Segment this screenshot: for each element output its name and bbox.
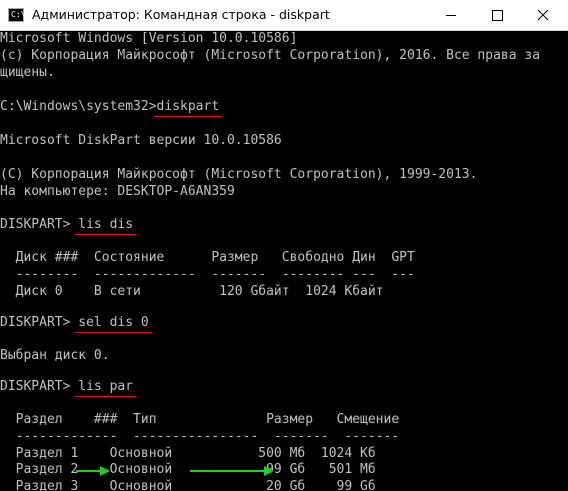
- disk-table-separator: -------- ------------- ------- -------- …: [0, 267, 415, 282]
- command-text: lis par: [75, 379, 137, 397]
- cmd-icon: C:\: [8, 8, 25, 22]
- console-window: C:\ Администратор: Командная строка - di…: [0, 0, 568, 491]
- prompt-text: DISKPART>: [0, 315, 79, 330]
- red-underline: [75, 233, 137, 235]
- console-command-line: DISKPART> lis dis: [0, 217, 137, 235]
- disk-table-header: Диск ### Состояние Размер Свободно Дин G…: [0, 250, 415, 265]
- console-command-line: C:\Windows\system32>diskpart: [0, 99, 223, 117]
- partition-table-separator: ------------- ---------------- ------- -…: [0, 429, 400, 444]
- prompt-text: DISKPART>: [0, 217, 79, 232]
- console-line: На компьютере: DESKTOP-A6AN359: [0, 184, 235, 199]
- console-line: (C) Корпорация Майкрософт (Microsoft Cor…: [0, 167, 478, 182]
- partition-table-row: Раздел 2 Основной 99 Gб 501 Мб: [0, 462, 376, 477]
- close-button[interactable]: [520, 0, 566, 30]
- console-command-line: DISKPART> lis par: [0, 379, 137, 397]
- window-title: Администратор: Командная строка - diskpa…: [32, 7, 330, 22]
- console-command-line: DISKPART> sel dis 0: [0, 315, 152, 333]
- console-line: щищены.: [0, 65, 55, 80]
- console-line: Microsoft Windows [Version 10.0.10586]: [0, 31, 298, 46]
- red-underline: [75, 395, 137, 397]
- red-underline: [75, 331, 152, 333]
- console-line: Microsoft DiskPart версии 10.0.10586: [0, 133, 282, 148]
- console-line: (c) Корпорация Майкрософт (Microsoft Cor…: [0, 48, 541, 63]
- command-text: sel dis 0: [75, 315, 152, 333]
- close-icon: [537, 9, 549, 21]
- partition-table-row: Раздел 3 Основной 20 Gб 99 Gб: [0, 479, 376, 491]
- partition-table-header: Раздел ### Тип Размер Смещение: [0, 412, 400, 427]
- prompt-text: DISKPART>: [0, 379, 79, 394]
- console-scrollbar[interactable]: [560, 31, 568, 491]
- partition-table-row: Раздел 1 Основной 500 Мб 1024 Кб: [0, 446, 376, 461]
- minimize-button[interactable]: [428, 0, 474, 30]
- red-underline: [153, 115, 223, 117]
- console-output[interactable]: Microsoft Windows [Version 10.0.10586] (…: [0, 31, 568, 491]
- maximize-icon: [492, 10, 503, 21]
- prompt-text: C:\Windows\system32>: [0, 99, 157, 114]
- command-text: lis dis: [75, 217, 137, 235]
- minimize-icon: [446, 15, 456, 16]
- console-line: Выбран диск 0.: [0, 348, 110, 363]
- command-text: diskpart: [153, 99, 223, 117]
- disk-table-row: Диск 0 В сети 120 Gбайт 1024 Кбайт: [0, 284, 384, 299]
- maximize-button[interactable]: [474, 0, 520, 30]
- title-bar[interactable]: C:\ Администратор: Командная строка - di…: [0, 0, 568, 31]
